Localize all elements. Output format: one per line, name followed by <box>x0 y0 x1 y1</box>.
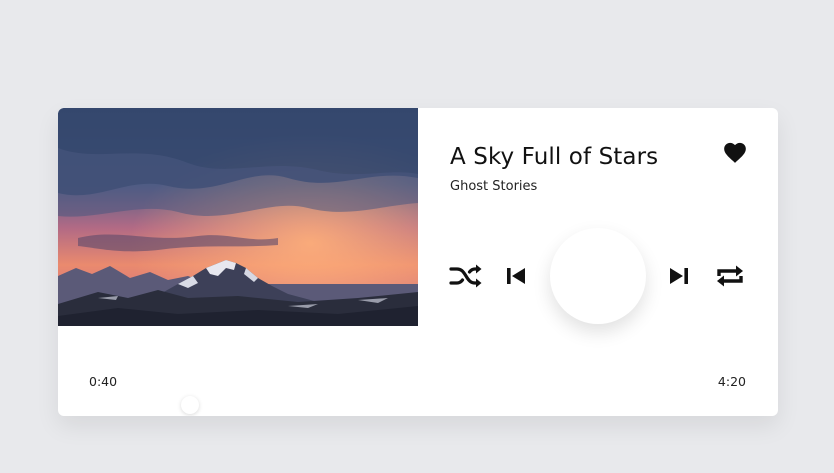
repeat-icon[interactable] <box>714 262 746 290</box>
progress-fill <box>89 404 190 408</box>
music-player-card: A Sky Full of Stars Ghost Stories 0:40 4… <box>58 108 778 416</box>
current-time: 0:40 <box>89 374 118 389</box>
skip-next-icon[interactable] <box>668 265 690 287</box>
skip-previous-icon[interactable] <box>505 265 527 287</box>
play-button[interactable] <box>550 228 646 324</box>
progress-handle[interactable] <box>181 396 200 414</box>
shuffle-icon[interactable] <box>449 263 483 289</box>
album-cover <box>58 108 418 326</box>
track-title: A Sky Full of Stars <box>450 144 659 170</box>
progress-bar[interactable] <box>89 396 746 414</box>
total-duration: 4:20 <box>717 374 746 389</box>
heart-icon[interactable] <box>722 140 748 164</box>
album-name: Ghost Stories <box>450 179 538 194</box>
